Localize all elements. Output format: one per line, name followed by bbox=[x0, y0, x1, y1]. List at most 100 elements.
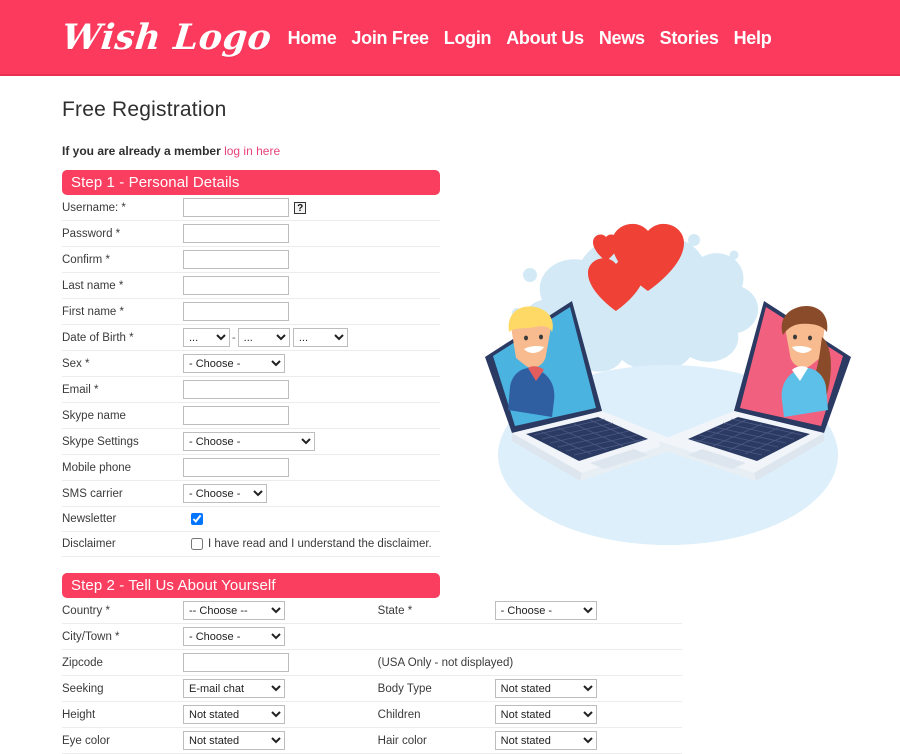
firstname-input[interactable] bbox=[183, 302, 289, 321]
label-seeking: Seeking bbox=[62, 675, 183, 702]
disclaimer-checkbox[interactable] bbox=[191, 537, 203, 550]
lastname-input[interactable] bbox=[183, 276, 289, 295]
children-select[interactable]: Not stated bbox=[494, 705, 597, 724]
field-lastname bbox=[183, 272, 440, 299]
sex-select[interactable]: - Choose - bbox=[183, 354, 285, 373]
label-state: State * bbox=[377, 598, 495, 624]
skypename-input[interactable] bbox=[183, 406, 289, 425]
label-mobile-phone: Mobile phone bbox=[62, 454, 183, 481]
nav-item-news[interactable]: News bbox=[599, 28, 645, 49]
hair-color-select[interactable]: Not stated bbox=[494, 731, 597, 750]
step2-header: Step 2 - Tell Us About Yourself bbox=[62, 573, 440, 598]
skype-settings-select[interactable]: - Choose - bbox=[183, 432, 315, 451]
label-newsletter: Newsletter bbox=[62, 506, 183, 532]
table-row: Height Not stated Children Not stated bbox=[62, 701, 682, 728]
member-note-text: If you are already a member bbox=[62, 144, 225, 158]
field-eye-color: Not stated bbox=[183, 727, 378, 754]
field-confirm bbox=[183, 246, 440, 273]
row-skypename: Skype name bbox=[62, 402, 440, 429]
dob-separator: - bbox=[232, 331, 236, 344]
help-icon[interactable]: ? bbox=[294, 201, 307, 214]
label-username: Username: * bbox=[62, 195, 183, 221]
nav-item-help[interactable]: Help bbox=[734, 28, 772, 49]
state-select[interactable]: - Choose - bbox=[494, 601, 597, 620]
row-email: Email * bbox=[62, 376, 440, 403]
label-sex: Sex * bbox=[62, 350, 183, 377]
seeking-select[interactable]: E-mail chat bbox=[183, 679, 285, 698]
row-password: Password * bbox=[62, 220, 440, 247]
field-skypename bbox=[183, 402, 440, 429]
label-firstname: First name * bbox=[62, 298, 183, 325]
disclaimer-text: I have read and I understand the disclai… bbox=[208, 537, 432, 550]
label-skypename: Skype name bbox=[62, 402, 183, 429]
email-input[interactable] bbox=[183, 380, 289, 399]
label-lastname: Last name * bbox=[62, 272, 183, 299]
table-row: Seeking E-mail chat Body Type Not stated bbox=[62, 675, 682, 702]
field-newsletter bbox=[183, 506, 440, 532]
nav-item-login[interactable]: Login bbox=[444, 28, 492, 49]
row-skypesettings: Skype Settings - Choose - bbox=[62, 428, 440, 455]
dob-year-select[interactable]: ... bbox=[292, 328, 348, 347]
table-row: Country * -- Choose -- State * - Choose … bbox=[62, 598, 682, 624]
newsletter-checkbox[interactable] bbox=[191, 512, 203, 525]
mobile-phone-input[interactable] bbox=[183, 458, 289, 477]
row-confirm: Confirm * bbox=[62, 246, 440, 273]
field-children: Not stated bbox=[494, 701, 682, 728]
nav-item-join-free[interactable]: Join Free bbox=[351, 28, 429, 49]
country-select[interactable]: -- Choose -- bbox=[183, 601, 285, 620]
page-title: Free Registration bbox=[62, 98, 227, 121]
field-city-town: - Choose - bbox=[183, 623, 378, 650]
field-body-type: Not stated bbox=[494, 675, 682, 702]
step2-header-block: Step 2 - Tell Us About Yourself bbox=[62, 573, 440, 598]
field-sex: - Choose - bbox=[183, 350, 440, 377]
row-username: Username: * ? bbox=[62, 195, 440, 221]
label-email: Email * bbox=[62, 376, 183, 403]
field-zipcode bbox=[183, 649, 378, 676]
confirm-password-input[interactable] bbox=[183, 250, 289, 269]
label-confirm: Confirm * bbox=[62, 246, 183, 273]
dob-month-select[interactable]: ... bbox=[237, 328, 290, 347]
step1-form-table: Username: * ? Password * Confirm * Last … bbox=[62, 195, 440, 557]
label-zipcode: Zipcode bbox=[62, 649, 183, 676]
field-state: - Choose - bbox=[494, 598, 682, 624]
table-row: Eye color Not stated Hair color Not stat… bbox=[62, 727, 682, 754]
body-type-select[interactable]: Not stated bbox=[494, 679, 597, 698]
row-mobile: Mobile phone bbox=[62, 454, 440, 481]
main-nav: Home Join Free Login About Us News Stori… bbox=[288, 28, 772, 49]
page-content: Free Registration If you are already a m… bbox=[0, 76, 900, 754]
field-country: -- Choose -- bbox=[183, 598, 378, 624]
label-country: Country * bbox=[62, 598, 183, 624]
height-select[interactable]: Not stated bbox=[183, 705, 285, 724]
row-disclaimer: Disclaimer I have read and I understand … bbox=[62, 531, 440, 557]
username-input[interactable] bbox=[183, 198, 289, 217]
sms-carrier-select[interactable]: - Choose - bbox=[183, 484, 267, 503]
city-town-select[interactable]: - Choose - bbox=[183, 627, 285, 646]
field-username: ? bbox=[183, 195, 440, 221]
log-in-here-link[interactable]: log in here bbox=[224, 144, 280, 158]
nav-item-stories[interactable]: Stories bbox=[660, 28, 719, 49]
field-height: Not stated bbox=[183, 701, 378, 728]
zipcode-input[interactable] bbox=[183, 653, 289, 672]
label-password: Password * bbox=[62, 220, 183, 247]
row-dob: Date of Birth * ... - ... ... bbox=[62, 324, 440, 351]
label-eye-color: Eye color bbox=[62, 727, 183, 754]
eye-color-select[interactable]: Not stated bbox=[183, 731, 285, 750]
password-input[interactable] bbox=[183, 224, 289, 243]
nav-item-about-us[interactable]: About Us bbox=[506, 28, 584, 49]
nav-item-home[interactable]: Home bbox=[288, 28, 337, 49]
field-mobile-phone bbox=[183, 454, 440, 481]
field-seeking: E-mail chat bbox=[183, 675, 378, 702]
label-city-town: City/Town * bbox=[62, 623, 183, 650]
field-sms-carrier: - Choose - bbox=[183, 480, 440, 507]
brand-logo[interactable]: Wish Logo bbox=[60, 17, 274, 58]
dob-day-select[interactable]: ... bbox=[183, 328, 230, 347]
field-password bbox=[183, 220, 440, 247]
label-children: Children bbox=[377, 701, 495, 728]
field-disclaimer: I have read and I understand the disclai… bbox=[183, 531, 440, 557]
label-hair-color: Hair color bbox=[377, 727, 495, 754]
row-firstname: First name * bbox=[62, 298, 440, 325]
field-hair-color: Not stated bbox=[494, 727, 682, 754]
member-login-note: If you are already a member log in here bbox=[62, 144, 900, 158]
label-dob: Date of Birth * bbox=[62, 324, 183, 351]
